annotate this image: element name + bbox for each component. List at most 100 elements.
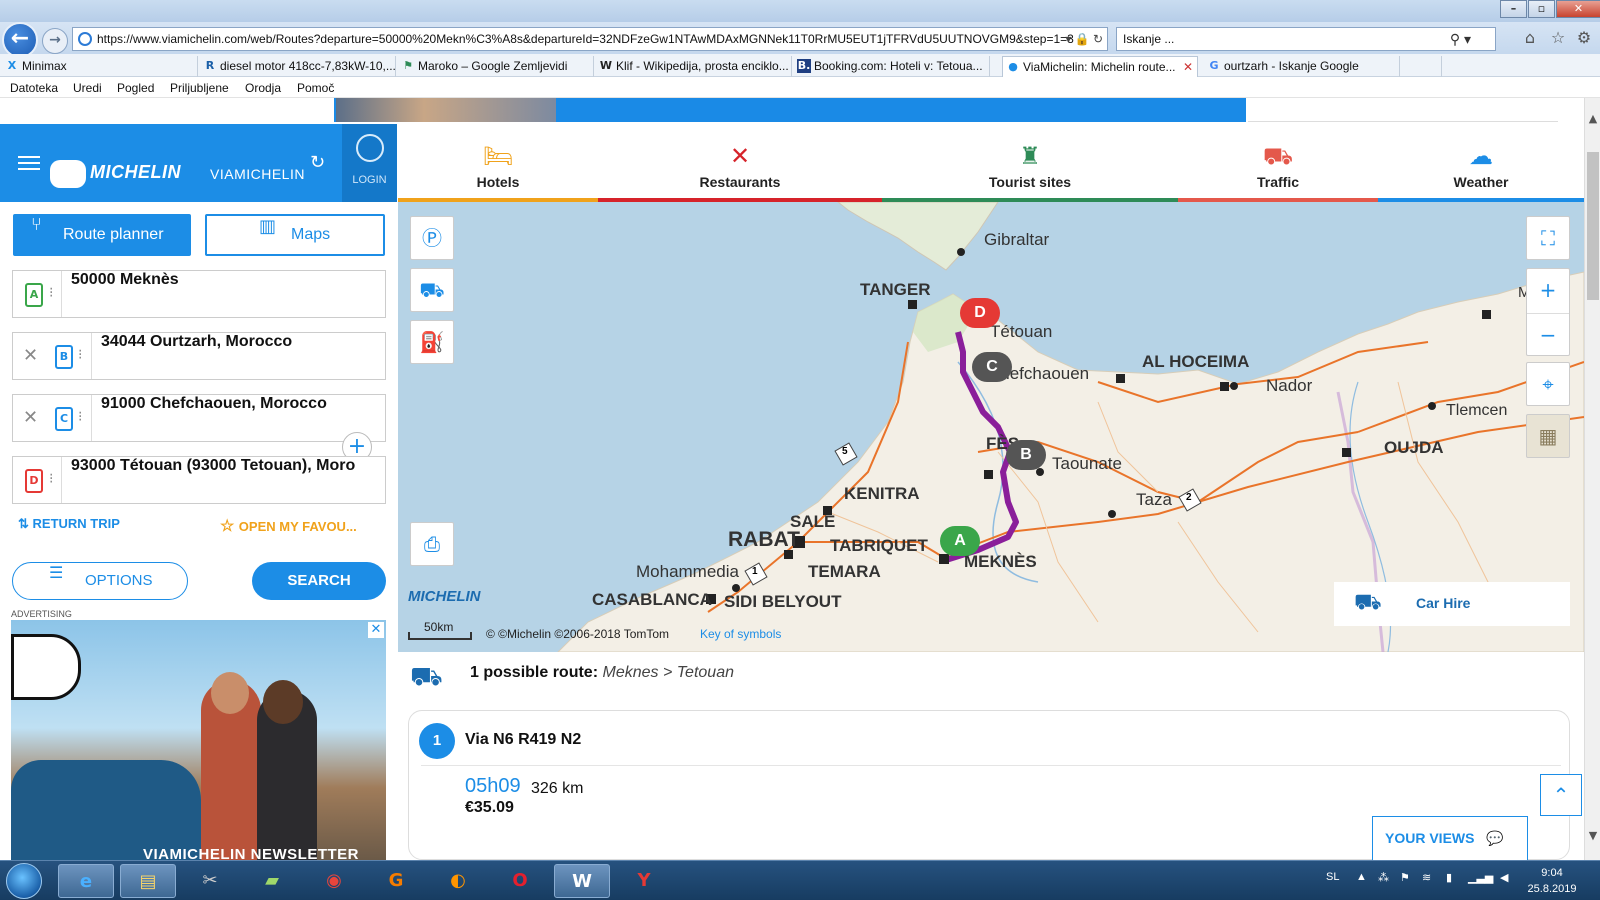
return-trip-link[interactable]: ⇅ RETURN TRIP	[18, 516, 120, 532]
route-map[interactable]: 5 1 2 Gibraltar TANGER Tétouan Chefchaou…	[398, 202, 1584, 652]
user-icon	[356, 134, 384, 162]
yandex-icon[interactable]: Y	[616, 864, 672, 898]
print-button[interactable]: ⎙	[410, 522, 454, 566]
tab-minimax[interactable]: X Minimax	[2, 56, 198, 77]
locate-me-button[interactable]: ⌖	[1526, 362, 1570, 406]
map-type-button[interactable]: ▦	[1526, 414, 1570, 458]
parking-button[interactable]: Ⓟ	[410, 216, 454, 260]
language-indicator[interactable]: SL	[1326, 871, 1339, 883]
category-tourist-sites[interactable]: ♜ Tourist sites	[882, 124, 1178, 202]
waypoint-c-input[interactable]: 91000 Chefchaouen, Morocco	[101, 395, 331, 441]
start-button[interactable]	[6, 863, 42, 899]
tab-google-search[interactable]: Gourtzarh - Iskanje Google	[1204, 56, 1400, 77]
newsletter-ad[interactable]: ✕ VIAMICHELIN NEWSLETTER	[11, 620, 386, 860]
menu-tools[interactable]: Orodja	[245, 78, 281, 98]
tray-show-hidden-icon[interactable]: ▲	[1356, 871, 1367, 883]
remove-waypoint-icon[interactable]: ✕	[23, 345, 38, 366]
tab-diesel[interactable]: Rdiesel motor 418cc-7,83kW-10,...	[200, 56, 396, 77]
internet-explorer-icon[interactable]: e	[58, 864, 114, 898]
route-marker-b[interactable]: B	[1006, 440, 1046, 470]
traffic-layer-button[interactable]: ⛟	[410, 268, 454, 312]
refresh-icon[interactable]: ↻	[310, 152, 325, 173]
scroll-to-top-button[interactable]: ⌃	[1540, 774, 1582, 816]
system-clock[interactable]: 9:04 25.8.2019	[1512, 865, 1592, 897]
waypoint-d-input[interactable]: 93000 Tétouan (93000 Tetouan), Moro	[71, 457, 379, 503]
menu-view[interactable]: Pogled	[117, 78, 154, 98]
drag-handle-icon[interactable]: ⁝	[49, 471, 53, 487]
top-ad-banner[interactable]	[0, 98, 1600, 124]
car-hire-button[interactable]: ⛟ Car Hire	[1334, 582, 1570, 626]
address-controls[interactable]: ▾ 🔒 ↻	[1065, 28, 1103, 50]
route-marker-c[interactable]: C	[972, 352, 1012, 382]
folder-icon[interactable]: ▰	[244, 864, 300, 898]
browser-search-input[interactable]: Iskanje ... ⚲ ▾	[1116, 27, 1496, 51]
snipping-tool-icon[interactable]: ✂	[182, 864, 238, 898]
gear-icon[interactable]: ⚙	[1574, 28, 1594, 48]
chrome-icon[interactable]: ◉	[306, 864, 362, 898]
tab-booking[interactable]: B. Booking.com: Hoteli v: Tetoua...	[794, 56, 990, 77]
new-tab-button[interactable]	[1402, 56, 1442, 77]
tab-google-maps[interactable]: ⚑ Maroko – Google Zemljevidi	[398, 56, 594, 77]
favorites-star-icon[interactable]: ☆	[1548, 28, 1568, 48]
tray-wifi-icon[interactable]: ≋	[1422, 871, 1431, 884]
zoom-in-button[interactable]: +	[1527, 269, 1569, 313]
menu-file[interactable]: Datoteka	[10, 78, 58, 98]
tray-flag-icon[interactable]: ⚑	[1400, 871, 1410, 884]
key-of-symbols-link[interactable]: Key of symbols	[700, 627, 781, 641]
maximize-button[interactable]: ▫	[1528, 0, 1555, 18]
michelin-logo[interactable]: MICHELIN	[90, 162, 181, 183]
login-button[interactable]: LOGIN	[342, 124, 397, 202]
firefox-icon[interactable]: ◐	[430, 864, 486, 898]
remove-waypoint-icon[interactable]: ✕	[23, 407, 38, 428]
your-views-button[interactable]: YOUR VIEWS 💬	[1372, 816, 1528, 860]
tab-viamichelin[interactable]: ● ViaMichelin: Michelin route... ✕	[1002, 56, 1198, 77]
zoom-out-button[interactable]: −	[1527, 313, 1569, 357]
waypoint-a-input[interactable]: 50000 Meknès	[71, 271, 379, 317]
tray-battery-icon[interactable]: ▮	[1446, 871, 1452, 884]
scroll-down-icon[interactable]: ▼	[1585, 829, 1600, 842]
category-label: Tourist sites	[988, 174, 1072, 190]
drag-handle-icon[interactable]: ⁝	[78, 409, 82, 425]
drag-handle-icon[interactable]: ⁝	[78, 347, 82, 363]
fuel-station-button[interactable]: ⛽	[410, 320, 454, 364]
waypoint-b-input[interactable]: 34044 Ourtzarh, Morocco	[101, 333, 379, 379]
close-window-button[interactable]: ✕	[1556, 0, 1600, 18]
address-bar[interactable]: https://www.viamichelin.com/web/Routes?d…	[72, 27, 1108, 51]
category-restaurants[interactable]: ✕ Restaurants	[598, 124, 882, 202]
file-explorer-icon[interactable]: ▤	[120, 864, 176, 898]
tray-volume-icon[interactable]: ◀	[1500, 871, 1508, 884]
scroll-up-icon[interactable]: ▲	[1585, 112, 1600, 125]
route-marker-d[interactable]: D	[960, 298, 1000, 328]
hamburger-menu-icon[interactable]	[18, 156, 40, 170]
home-icon[interactable]: ⌂	[1520, 28, 1540, 48]
route-marker-a[interactable]: A	[940, 526, 980, 556]
category-hotels[interactable]: 🛏 Hotels	[398, 124, 598, 202]
scrollbar-thumb[interactable]	[1587, 152, 1599, 300]
options-button[interactable]: ☰ OPTIONS	[12, 562, 188, 600]
tray-signal-icon[interactable]: ▁▃▅	[1468, 871, 1493, 884]
viamichelin-logo[interactable]: VIAMICHELIN	[210, 166, 305, 182]
tray-network-icon[interactable]: ⁂	[1378, 871, 1389, 884]
menu-favorites[interactable]: Priljubljene	[170, 78, 229, 98]
ad-close-icon[interactable]: ✕	[368, 622, 384, 638]
forward-button[interactable]: →	[42, 28, 68, 54]
category-weather[interactable]: ☁ Weather	[1378, 124, 1584, 202]
opera-icon[interactable]: O	[492, 864, 548, 898]
app-g-icon[interactable]: G	[368, 864, 424, 898]
back-button[interactable]: ←	[2, 22, 38, 58]
word-icon[interactable]: W	[554, 864, 610, 898]
tab-close-icon[interactable]: ✕	[1183, 57, 1193, 77]
menu-edit[interactable]: Uredi	[73, 78, 102, 98]
search-icon[interactable]: ⚲ ▾	[1450, 28, 1471, 50]
fullscreen-button[interactable]: ⛶	[1526, 216, 1570, 260]
route-planner-button[interactable]: ⑂ Route planner	[13, 214, 191, 256]
minimize-button[interactable]: –	[1500, 0, 1527, 18]
page-scrollbar[interactable]: ▲ ▼	[1584, 98, 1600, 860]
open-favourites-link[interactable]: ☆ OPEN MY FAVOU...	[220, 516, 357, 536]
search-button[interactable]: SEARCH	[252, 562, 386, 600]
tab-wikipedia[interactable]: W Klif - Wikipedija, prosta enciklo...	[596, 56, 792, 77]
category-traffic[interactable]: ⛟ Traffic	[1178, 124, 1378, 202]
menu-help[interactable]: Pomoč	[297, 78, 334, 98]
maps-button[interactable]: ▥ Maps	[205, 214, 385, 256]
drag-handle-icon[interactable]: ⁝	[49, 285, 53, 301]
